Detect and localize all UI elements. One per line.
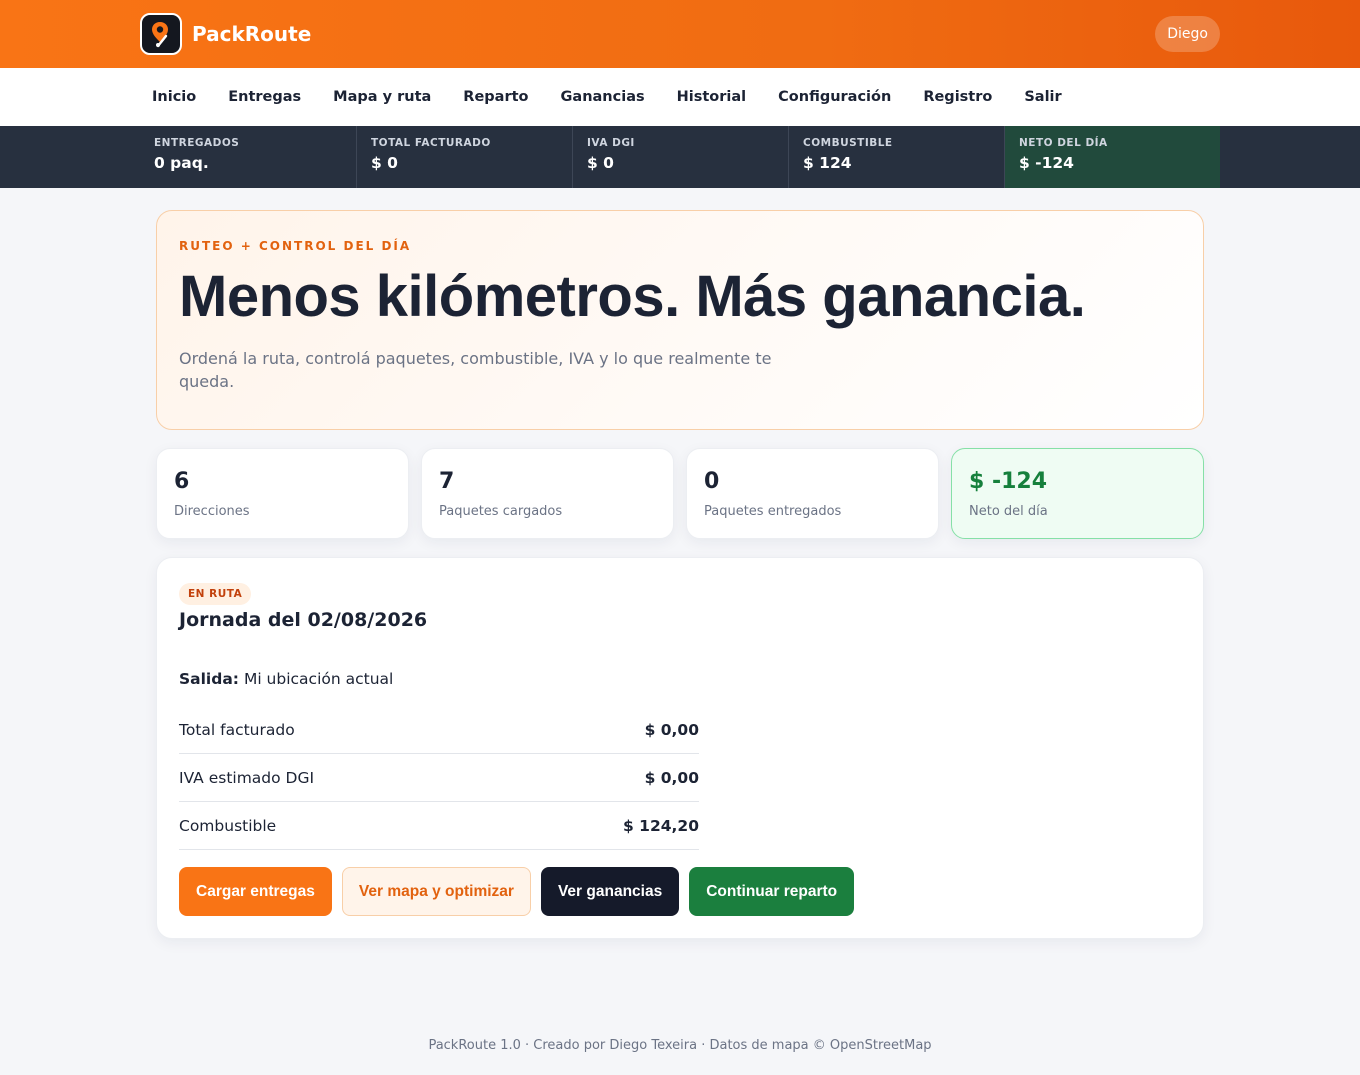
card-label: Neto del día (969, 504, 1048, 519)
nav-item-ganancias[interactable]: Ganancias (545, 89, 661, 105)
stat-label: NETO DEL DÍA (1019, 137, 1108, 149)
summary-value: $ 0,00 (644, 720, 699, 739)
route-pin-icon (140, 13, 182, 55)
app-name: PackRoute (192, 22, 312, 46)
nav-item-configuracion[interactable]: Configuración (762, 89, 907, 105)
user-menu-button[interactable]: Diego (1155, 16, 1220, 52)
card-value: 6 (174, 469, 190, 494)
main-navigation: Inicio Entregas Mapa y ruta Reparto Gana… (0, 68, 1360, 126)
hero-title: Menos kilómetros. Más ganancia. (179, 264, 1086, 329)
card-paquetes-cargados: 7 Paquetes cargados (421, 448, 674, 539)
departure-info: Salida: Mi ubicación actual (179, 670, 393, 688)
nav-item-inicio[interactable]: Inicio (136, 89, 212, 105)
journey-summary: Total facturado $ 0,00 IVA estimado DGI … (179, 706, 699, 850)
continue-delivery-button[interactable]: Continuar reparto (689, 867, 855, 916)
stat-iva-dgi: IVA DGI $ 0 (572, 126, 788, 188)
stat-neto-del-dia: NETO DEL DÍA $ -124 (1004, 126, 1220, 188)
stat-label: IVA DGI (587, 137, 635, 149)
nav-item-reparto[interactable]: Reparto (447, 89, 544, 105)
stat-combustible: COMBUSTIBLE $ 124 (788, 126, 1004, 188)
nav-item-entregas[interactable]: Entregas (212, 89, 317, 105)
view-map-optimize-button[interactable]: Ver mapa y optimizar (341, 867, 531, 916)
card-value: $ -124 (969, 469, 1048, 494)
departure-label: Salida: (179, 670, 240, 688)
stat-label: COMBUSTIBLE (803, 137, 893, 149)
journey-panel: EN RUTA Jornada del 02/08/2026 Salida: M… (156, 557, 1204, 939)
summary-label: Combustible (179, 816, 277, 835)
departure-value: Mi ubicación actual (243, 670, 394, 688)
top-bar: PackRoute Diego (0, 0, 1360, 68)
stat-label: ENTREGADOS (154, 137, 240, 149)
card-label: Paquetes cargados (439, 504, 563, 519)
summary-row: Combustible $ 124,20 (179, 802, 699, 850)
card-value: 0 (704, 469, 720, 494)
view-earnings-button[interactable]: Ver ganancias (540, 867, 680, 916)
summary-label: IVA estimado DGI (179, 768, 315, 787)
brand[interactable]: PackRoute (140, 13, 311, 55)
summary-label: Total facturado (179, 720, 295, 739)
summary-row: Total facturado $ 0,00 (179, 706, 699, 754)
hero-kicker: RUTEO + CONTROL DEL DÍA (179, 239, 412, 253)
stat-value: $ 124 (803, 154, 852, 172)
stat-entregados: ENTREGADOS 0 paq. (140, 126, 356, 188)
summary-row: IVA estimado DGI $ 0,00 (179, 754, 699, 802)
nav-item-registro[interactable]: Registro (907, 89, 1008, 105)
nav-item-mapa-y-ruta[interactable]: Mapa y ruta (317, 89, 447, 105)
stat-value: 0 paq. (154, 154, 209, 172)
card-neto-del-dia: $ -124 Neto del día (951, 448, 1204, 539)
status-badge: EN RUTA (179, 583, 252, 605)
load-deliveries-button[interactable]: Cargar entregas (179, 867, 332, 916)
card-direcciones: 6 Direcciones (156, 448, 409, 539)
hero-subtitle: Ordená la ruta, controlá paquetes, combu… (179, 348, 772, 391)
stat-value: $ 0 (371, 154, 398, 172)
nav-item-historial[interactable]: Historial (661, 89, 763, 105)
summary-cards: 6 Direcciones 7 Paquetes cargados 0 Paqu… (156, 448, 1204, 539)
footer: PackRoute 1.0 · Creado por Diego Texeira… (428, 1038, 932, 1053)
card-paquetes-entregados: 0 Paquetes entregados (686, 448, 939, 539)
stat-value: $ -124 (1019, 154, 1074, 172)
card-label: Paquetes entregados (704, 504, 842, 519)
card-value: 7 (439, 469, 455, 494)
summary-value: $ 0,00 (644, 768, 699, 787)
summary-value: $ 124,20 (623, 816, 699, 835)
journey-actions: Cargar entregas Ver mapa y optimizar Ver… (179, 867, 864, 916)
journey-title: Jornada del 02/08/2026 (179, 609, 428, 631)
nav-item-salir[interactable]: Salir (1008, 89, 1077, 105)
stat-total-facturado: TOTAL FACTURADO $ 0 (356, 126, 572, 188)
hero-banner: RUTEO + CONTROL DEL DÍA Menos kilómetros… (156, 210, 1204, 430)
stat-label: TOTAL FACTURADO (371, 137, 491, 149)
stat-value: $ 0 (587, 154, 614, 172)
daily-stats-bar: ENTREGADOS 0 paq. TOTAL FACTURADO $ 0 IV… (0, 126, 1360, 188)
card-label: Direcciones (174, 504, 250, 519)
